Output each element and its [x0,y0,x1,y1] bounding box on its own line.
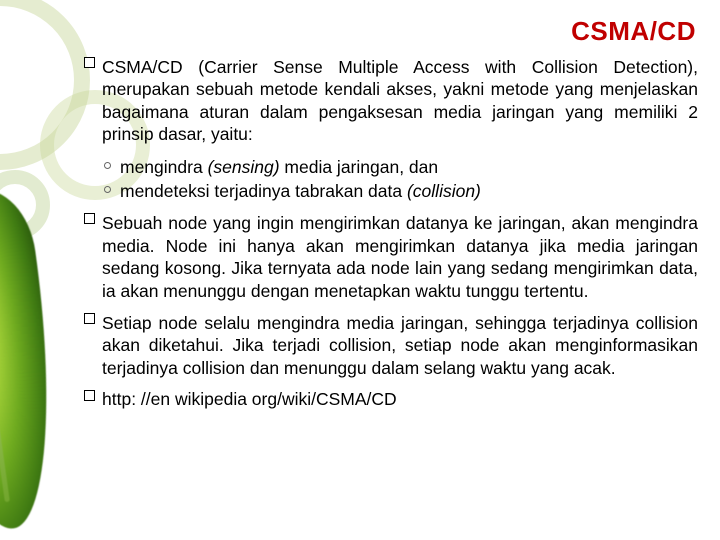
bullet-2: Sebuah node yang ingin mengirimkan datan… [84,212,698,302]
sub-bullet-1a: mengindra (sensing) media jaringan, dan [84,156,698,178]
sub-1b-italic: (collision) [407,181,481,201]
bullet-3-text: node selalu mengindra media jaringan, se… [102,313,698,378]
checkbox-icon [84,213,95,224]
sub-1b-text: mendeteksi terjadinya tabrakan data [120,181,407,201]
bullet-1: CSMA/CD (Carrier Sense Multiple Access w… [84,56,698,146]
sub-bullet-1b: mendeteksi terjadinya tabrakan data (col… [84,180,698,202]
bullet-2-text: node yang ingin mengirimkan datanya ke j… [102,213,698,300]
checkbox-icon [84,313,95,324]
slide-title: CSMA/CD [571,16,696,47]
sub-1a-text: mengindra [120,157,208,177]
sub-1a-after: media jaringan, dan [280,157,439,177]
bullet-4-truncated: http: //en wikipedia org/wiki/CSMA/CD [84,389,698,410]
sub-1a-italic: (sensing) [208,157,280,177]
slide: CSMA/CD CSMA/CD (Carrier Sense Multiple … [0,0,720,540]
ring-bullet-icon [104,186,111,193]
bullet-2-lead: Sebuah [102,213,162,233]
bullet-1-text: (Carrier Sense Multiple Access with Coll… [102,57,698,144]
bullet-4-text: http: //en wikipedia org/wiki/CSMA/CD [102,389,397,409]
checkbox-icon [84,57,95,68]
checkbox-icon [84,390,95,401]
ring-bullet-icon [104,162,111,169]
slide-content: CSMA/CD (Carrier Sense Multiple Access w… [84,56,698,410]
bullet-3: Setiap node selalu mengindra media jarin… [84,312,698,379]
bullet-3-lead: Setiap [102,313,152,333]
bullet-1-lead: CSMA/CD [102,57,183,77]
